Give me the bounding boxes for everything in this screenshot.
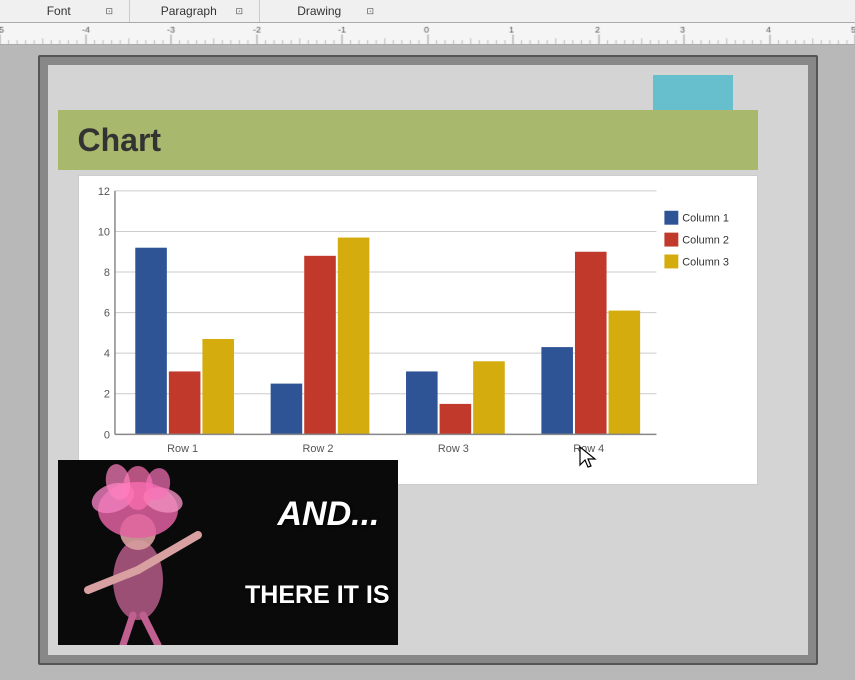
svg-text:8: 8 — [103, 267, 109, 279]
svg-text:Row 3: Row 3 — [437, 443, 468, 455]
figure-svg — [58, 460, 238, 645]
svg-text:Row 4: Row 4 — [573, 443, 604, 455]
toolbar: Font ⊡ Paragraph ⊡ Drawing ⊡ — [0, 0, 855, 23]
svg-text:4: 4 — [103, 348, 109, 360]
font-section: Font ⊡ — [0, 0, 130, 22]
svg-text:Row 1: Row 1 — [167, 443, 198, 455]
paragraph-label: Paragraph — [146, 4, 231, 18]
image-text-and: AND... — [278, 495, 380, 534]
svg-text:2: 2 — [103, 389, 109, 401]
slide-inner: Chart 0 2 4 6 8 10 12 Row 1 Row 2 Row 3 Row 4 Colum… — [48, 65, 808, 655]
drawing-expand-icon[interactable]: ⊡ — [366, 6, 374, 17]
paragraph-section: Paragraph ⊡ — [130, 0, 260, 22]
svg-text:12: 12 — [97, 186, 109, 198]
svg-text:Column 3: Column 3 — [682, 256, 729, 268]
chart-title-block[interactable]: Chart — [58, 110, 758, 170]
font-expand-icon[interactable]: ⊡ — [105, 6, 113, 17]
svg-text:Column 2: Column 2 — [682, 235, 729, 247]
image-text-there: THERE IT IS — [245, 581, 389, 610]
slide-area[interactable]: Chart 0 2 4 6 8 10 12 Row 1 Row 2 Row 3 Row 4 Colum… — [38, 55, 818, 665]
ruler-canvas — [0, 23, 855, 44]
font-label: Font — [16, 4, 101, 18]
paragraph-expand-icon[interactable]: ⊡ — [235, 6, 243, 17]
svg-text:Row 2: Row 2 — [302, 443, 333, 455]
image-placeholder: AND... THERE IT IS — [58, 460, 398, 645]
main-area: Chart 0 2 4 6 8 10 12 Row 1 Row 2 Row 3 Row 4 Colum… — [0, 45, 855, 680]
drawing-label: Drawing — [276, 4, 362, 18]
svg-text:10: 10 — [97, 226, 109, 238]
svg-text:Column 1: Column 1 — [682, 213, 729, 225]
svg-text:6: 6 — [103, 308, 109, 320]
chart-title: Chart — [78, 122, 162, 159]
svg-text:0: 0 — [103, 429, 109, 441]
chart-container[interactable]: 0 2 4 6 8 10 12 Row 1 Row 2 Row 3 Row 4 Column 1 Col… — [78, 175, 758, 485]
chart-svg: 0 2 4 6 8 10 12 Row 1 Row 2 Row 3 Row 4 Column 1 Col… — [79, 176, 757, 484]
image-block: AND... THERE IT IS — [58, 460, 398, 645]
drawing-section: Drawing ⊡ — [260, 0, 390, 22]
ruler — [0, 23, 855, 45]
